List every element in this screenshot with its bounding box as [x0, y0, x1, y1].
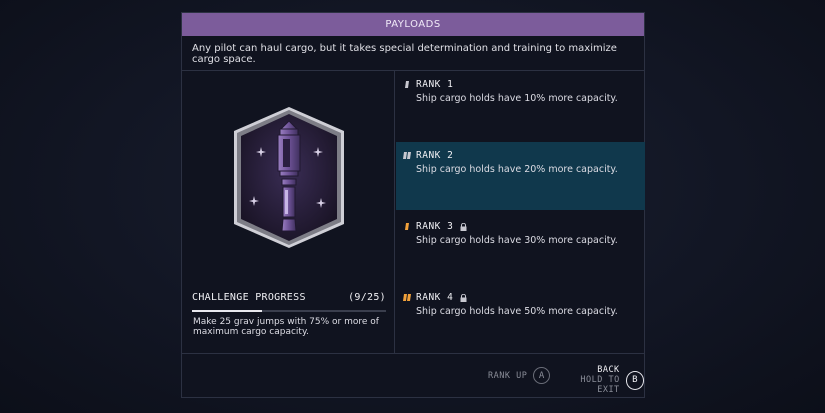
rank-up-button[interactable]: RANK UP A [488, 367, 551, 384]
lock-icon [460, 293, 467, 302]
challenge-progress-fill [192, 310, 262, 312]
challenge-progress-row: CHALLENGE PROGRESS (9/25) [192, 292, 386, 303]
rank-list: RANK 1 Ship cargo holds have 10% more ca… [395, 71, 645, 353]
rank-item-1[interactable]: RANK 1 Ship cargo holds have 10% more ca… [396, 71, 645, 139]
skill-description: Any pilot can haul cargo, but it takes s… [182, 36, 644, 71]
rank-4-tier-icon [403, 294, 411, 301]
rank-label: RANK 4 [416, 292, 454, 303]
rank-up-label: RANK UP [488, 370, 528, 381]
rank-description: Ship cargo holds have 20% more capacity. [416, 164, 618, 175]
skill-detail: CHALLENGE PROGRESS (9/25) Make 25 grav j… [182, 71, 395, 353]
b-button-icon: B [625, 370, 644, 390]
footer-controls: RANK UP A BACK HOLD TO EXIT B [182, 355, 644, 397]
back-button[interactable]: BACK HOLD TO EXIT B [555, 365, 644, 395]
rank-label: RANK 3 [416, 221, 454, 232]
rank-description: Ship cargo holds have 30% more capacity. [416, 235, 618, 246]
challenge-description: Make 25 grav jumps with 75% or more of m… [193, 317, 379, 337]
challenge-progress-count: (9/25) [348, 292, 386, 303]
rank-3-tier-icon [405, 223, 409, 230]
rank-label: RANK 2 [416, 150, 454, 161]
payloads-badge-icon [234, 107, 344, 248]
rank-item-4[interactable]: RANK 4 Ship cargo holds have 50% more ca… [396, 284, 645, 352]
panel-title: PAYLOADS [385, 19, 441, 30]
challenge-progress-label: CHALLENGE PROGRESS [192, 292, 306, 303]
lock-icon [460, 222, 467, 231]
skill-panel: PAYLOADS Any pilot can haul cargo, but i… [181, 12, 645, 398]
rank-2-tier-icon [403, 152, 411, 159]
panel-header: PAYLOADS [182, 13, 644, 36]
a-button-icon: A [533, 367, 551, 384]
rank-description: Ship cargo holds have 50% more capacity. [416, 306, 618, 317]
hold-to-exit-label: HOLD TO EXIT [580, 375, 620, 395]
rank-item-3[interactable]: RANK 3 Ship cargo holds have 30% more ca… [396, 213, 645, 281]
rank-label: RANK 1 [416, 79, 454, 90]
rank-item-2[interactable]: RANK 2 Ship cargo holds have 20% more ca… [396, 142, 645, 210]
skill-body: CHALLENGE PROGRESS (9/25) Make 25 grav j… [182, 71, 645, 354]
rank-description: Ship cargo holds have 10% more capacity. [416, 93, 618, 104]
rank-1-tier-icon [405, 81, 409, 88]
challenge-progress-bar [192, 310, 386, 312]
back-label: BACK [597, 365, 620, 375]
